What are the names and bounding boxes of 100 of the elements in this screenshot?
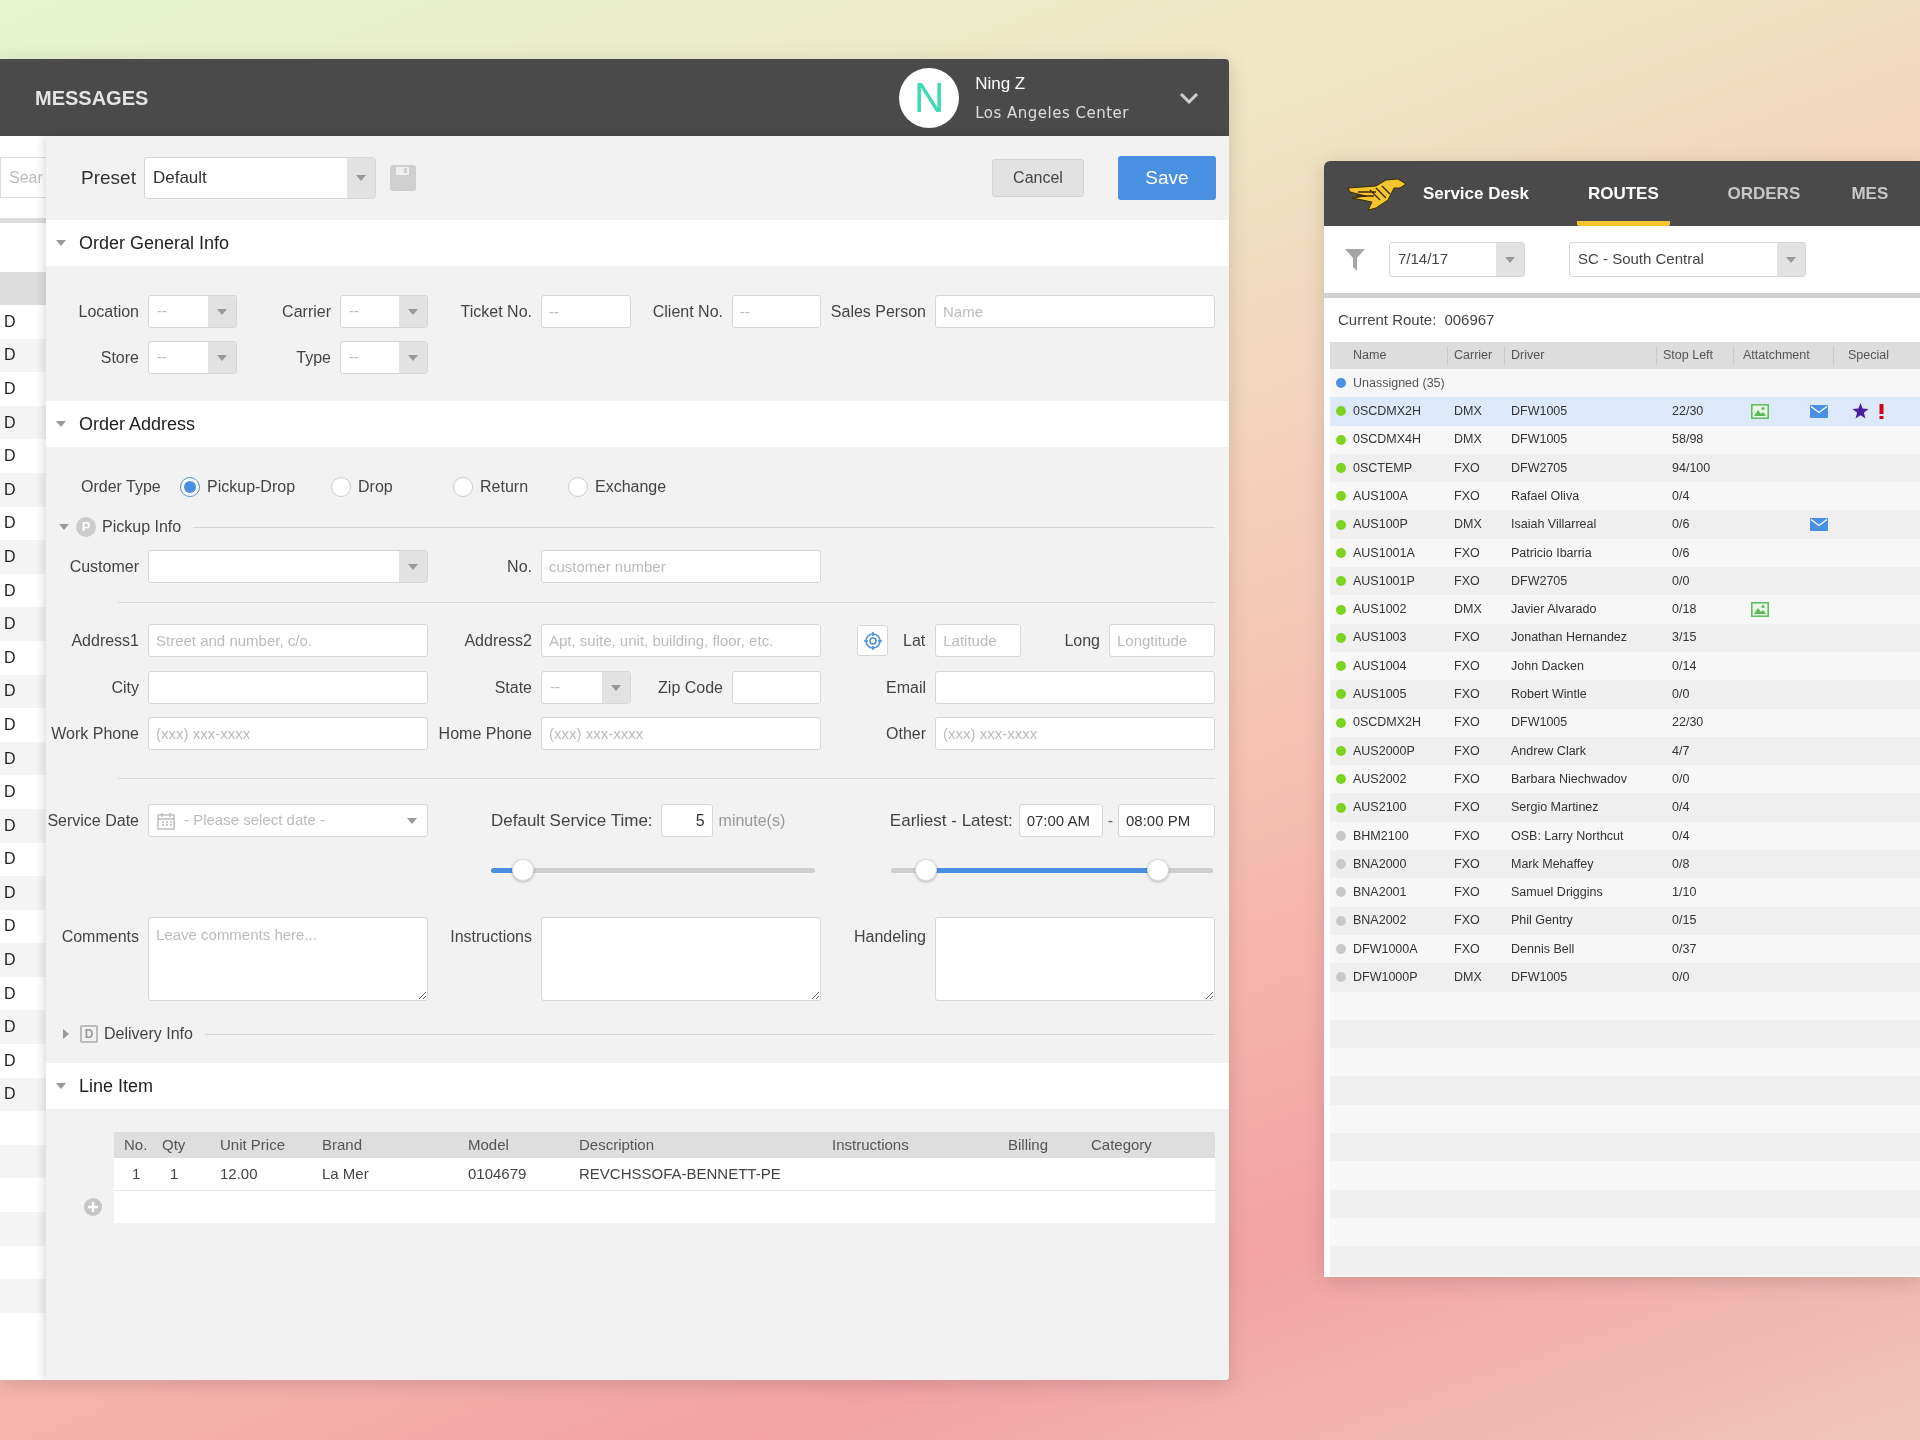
text-area[interactable] — [935, 917, 1215, 1001]
table-cell-text: Rafael Oliva — [1510, 487, 1581, 505]
input-field[interactable]: Apt, suite, unit, building, floor, etc. — [541, 624, 821, 657]
input-field[interactable]: customer number — [541, 550, 821, 583]
table-cell-text: AUS1004 — [1353, 657, 1407, 675]
text-area[interactable] — [541, 917, 821, 1001]
radio-option[interactable]: Pickup-Drop — [180, 475, 331, 499]
table-cell-text: FXO — [1453, 572, 1481, 590]
dropdown[interactable]: SC - South Central — [1569, 242, 1806, 277]
tab[interactable]: ROUTES — [1576, 161, 1670, 226]
table-row[interactable]: BNA2001 FXO Samuel Driggins 1/10 — [1330, 878, 1920, 907]
input-field[interactable]: 5 — [660, 804, 713, 837]
table-cell-text: 0/15 — [1671, 912, 1698, 930]
input-field[interactable]: (xxx) xxx-xxxx — [935, 717, 1215, 750]
input-field[interactable] — [732, 671, 821, 704]
table-cell-text: DFW1005 — [1510, 714, 1569, 732]
locate-button[interactable] — [857, 625, 888, 656]
tab[interactable]: ORDERS — [1707, 161, 1820, 226]
window-title: MESSAGES — [35, 85, 149, 111]
table-row[interactable]: AUS2002 FXO Barbara Niechwadov 0/0 — [1330, 765, 1920, 794]
table-row[interactable]: BHM2100 FXO OSB: Larry Northcut 0/4 — [1330, 821, 1920, 851]
table-cell-text: DMX — [1453, 516, 1483, 534]
table-row[interactable]: AUS1003 FXO Jonathan Hernandez 3/15 — [1330, 623, 1920, 652]
group-label: Unassigned (35) — [1353, 374, 1445, 392]
table-cell-text: D — [3, 412, 16, 433]
radio-button[interactable] — [180, 477, 200, 497]
caret-icon — [354, 174, 367, 182]
table-row[interactable]: AUS100P DMX Isaiah Villarreal 0/6 — [1330, 510, 1920, 539]
table-cell-text: 0/4 — [1671, 487, 1691, 505]
input-field[interactable] — [935, 671, 1215, 704]
input-field[interactable]: Longtitude — [1109, 624, 1215, 657]
cancel-button[interactable]: Cancel — [992, 159, 1084, 197]
table-row[interactable]: AUS1002 DMX Javier Alvarado 0/18 — [1330, 595, 1920, 624]
slider-thumb[interactable] — [915, 858, 938, 881]
radio-option[interactable]: Drop — [331, 475, 453, 499]
input-field[interactable]: Latitude — [935, 624, 1022, 657]
slider-thumb[interactable] — [512, 858, 535, 881]
table-cell-text: DFW1005 — [1510, 403, 1569, 421]
field-label: Lat — [903, 630, 926, 651]
input-field[interactable] — [148, 671, 428, 704]
table-cell-text: 0/6 — [1671, 544, 1691, 562]
input-field[interactable]: (xxx) xxx-xxxx — [541, 717, 821, 750]
text-area[interactable]: Leave comments here... — [148, 917, 428, 1001]
table-row[interactable]: DFW1000P DMX DFW1005 0/0 — [1330, 963, 1920, 992]
radio-button[interactable] — [453, 477, 473, 497]
table-row[interactable]: AUS1005 FXO Robert Wintle 0/0 — [1330, 680, 1920, 709]
input-field[interactable]: -- — [732, 295, 821, 328]
field-label: Instructions — [449, 927, 533, 947]
table-row[interactable]: AUS2100 FXO Sergio Martinez 0/4 — [1330, 793, 1920, 822]
table-cell-text: FXO — [1453, 940, 1481, 958]
table-row[interactable]: AUS1001P FXO DFW2705 0/0 — [1330, 567, 1920, 596]
table-cell-text: BNA2000 — [1353, 855, 1407, 873]
table-cell-text: La Mer — [321, 1163, 370, 1184]
table-row[interactable]: 0SCDMX4H DMX DFW1005 58/98 — [1330, 425, 1920, 454]
table-cell-text: 0SCDMX2H — [1353, 403, 1422, 421]
table-cell-text: DFW1005 — [1510, 431, 1569, 449]
table-cell-text: FXO — [1453, 855, 1481, 873]
avatar: N — [899, 67, 960, 128]
dropdown[interactable]: Default — [143, 157, 376, 199]
input-field[interactable]: 08:00 PM — [1118, 804, 1215, 837]
table-cell-text: D — [3, 513, 16, 534]
input-field[interactable]: -- — [541, 295, 631, 328]
slider-thumb[interactable] — [1147, 858, 1170, 881]
table-cell-text: AUS100A — [1353, 487, 1408, 505]
table-cell-text: 1 — [131, 1163, 142, 1184]
dropdown[interactable] — [148, 550, 428, 583]
table-row[interactable]: 0SCDMX2H DMX DFW1005 22/30 — [1330, 397, 1920, 426]
image-icon — [1751, 602, 1769, 617]
field-label: City — [110, 677, 140, 698]
section-title: Order General Info — [79, 231, 230, 255]
radio-button[interactable] — [568, 477, 588, 497]
input-field[interactable]: Name — [935, 295, 1215, 328]
table-row[interactable]: AUS1004 FXO John Dacken 0/14 — [1330, 651, 1920, 681]
radio-option[interactable]: Return — [453, 475, 568, 499]
table-cell-text: 0/18 — [1671, 601, 1698, 619]
table-row[interactable]: AUS2000P FXO Andrew Clark 4/7 — [1330, 736, 1920, 766]
table-row[interactable]: AUS100A FXO Rafael Oliva 0/4 — [1330, 482, 1920, 511]
input-field[interactable]: Street and number, c/o. — [148, 624, 428, 657]
field-label: State — [493, 677, 533, 698]
input-field[interactable]: 07:00 AM — [1018, 804, 1103, 837]
radio-button[interactable] — [331, 477, 351, 497]
crosshair-icon — [863, 631, 882, 650]
table-row[interactable]: BNA2002 FXO Phil Gentry 0/15 — [1330, 906, 1920, 935]
column-header: Driver — [1505, 346, 1657, 365]
table-row[interactable]: 0SCTEMP FXO DFW2705 94/100 — [1330, 453, 1920, 483]
table-cell-text: 0/0 — [1671, 572, 1691, 590]
field-label: Current Route: — [1338, 309, 1437, 330]
tab[interactable]: MES — [1839, 161, 1900, 226]
dropdown[interactable]: 7/14/17 — [1389, 242, 1525, 277]
table-cell-text: D — [3, 849, 16, 870]
field-label: Other — [885, 723, 927, 744]
table-row[interactable]: AUS1001A FXO Patricio Ibarria 0/6 — [1330, 538, 1920, 568]
input-field[interactable]: (xxx) xxx-xxxx — [148, 717, 428, 750]
table-cell-text: AUS1003 — [1353, 629, 1407, 647]
table-row[interactable]: BNA2000 FXO Mark Mehaffey 0/8 — [1330, 850, 1920, 879]
table-cell-text: OSB: Larry Northcut — [1510, 827, 1625, 845]
radio-option[interactable]: Exchange — [568, 475, 708, 499]
table-row[interactable]: DFW1000A FXO Dennis Bell 0/37 — [1330, 934, 1920, 964]
field-label: Service Date — [46, 810, 140, 831]
table-row[interactable]: 0SCDMX2H FXO DFW1005 22/30 — [1330, 708, 1920, 737]
